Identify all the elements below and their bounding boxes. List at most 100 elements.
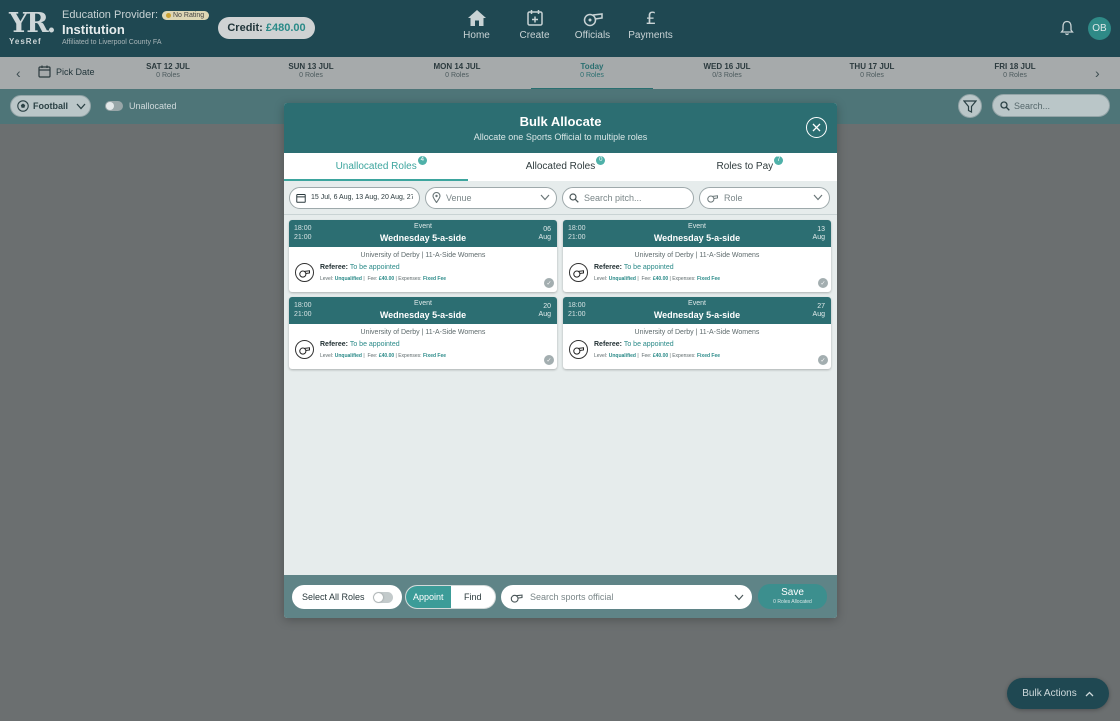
- role-label: Referee:: [320, 264, 349, 271]
- close-button[interactable]: [806, 117, 827, 138]
- expenses-value: Fixed Fee: [696, 276, 721, 282]
- date-strip: ‹ Pick Date SAT 12 JUL 0 Roles SUN 13 JUL…: [0, 57, 1120, 90]
- select-all-switch[interactable]: [372, 591, 393, 603]
- appointment-status: To be appointed: [623, 264, 674, 271]
- main-nav: Home Create Officials £ Payments: [448, 0, 680, 57]
- role-card-header: 18:00 21:00 Event Wednesday 5-a-side 27 …: [563, 297, 831, 324]
- bulk-actions-button[interactable]: Bulk Actions: [1007, 678, 1109, 709]
- level-label: Level:: [320, 353, 334, 359]
- yesref-logo[interactable]: YR. YesRef: [9, 10, 56, 46]
- calendar-icon: [296, 193, 306, 203]
- tab-label-wrap: Allocated Roles 0: [526, 156, 606, 172]
- role-card[interactable]: 18:00 21:00 Event Wednesday 5-a-side 13 …: [563, 220, 831, 292]
- day-thu-17-jul[interactable]: THU 17 JUL 0 Roles: [811, 62, 933, 79]
- whistle-icon: [295, 263, 314, 282]
- day-name: FRI 18 JUL: [994, 62, 1036, 71]
- role-card-header: 18:00 21:00 Event Wednesday 5-a-side 20 …: [289, 297, 557, 324]
- role-card-header: 18:00 21:00 Event Wednesday 5-a-side 13 …: [563, 220, 831, 247]
- day-roles: 0 Roles: [445, 72, 469, 79]
- tab-label-wrap: Roles to Pay 7: [716, 156, 784, 172]
- day-sun-13-jul[interactable]: SUN 13 JUL 0 Roles: [250, 62, 372, 79]
- event-month: Aug: [812, 311, 825, 318]
- appointment-status: To be appointed: [623, 341, 674, 348]
- filter-button[interactable]: [958, 94, 982, 118]
- venue-text: University of Derby | 11-A-Side Womens: [634, 252, 760, 259]
- sport-select[interactable]: Football: [10, 95, 91, 117]
- expenses-label: Expenses:: [672, 276, 696, 282]
- credit-pill[interactable]: Credit: £480.00: [218, 17, 315, 39]
- football-icon: [17, 100, 29, 112]
- referee-line: Referee: To be appointed: [594, 264, 674, 271]
- find-button[interactable]: Find: [451, 586, 496, 608]
- tab-allocated-roles[interactable]: Allocated Roles 0: [468, 153, 652, 181]
- day-wed-16-jul[interactable]: WED 16 JUL 0/3 Roles: [666, 62, 788, 79]
- unallocated-toggle[interactable]: Unallocated: [105, 101, 177, 111]
- event-month: Aug: [812, 234, 825, 241]
- event-month: Aug: [538, 234, 551, 241]
- next-dates-chevron-icon[interactable]: ›: [1095, 65, 1100, 81]
- bulk-allocate-modal: Bulk Allocate Allocate one Sports Offici…: [284, 103, 837, 618]
- tab-roles-to-pay[interactable]: Roles to Pay 7: [653, 153, 837, 181]
- provider-info: Education Provider: No Rating Institutio…: [62, 9, 210, 46]
- day-today[interactable]: Today 0 Roles: [531, 62, 653, 90]
- credit-label: Credit:: [227, 22, 263, 34]
- prev-dates-chevron-icon[interactable]: ‹: [16, 65, 21, 81]
- modal-filters: 15 Jul, 6 Aug, 13 Aug, 20 Aug, 27 Aug Ve…: [284, 181, 837, 215]
- select-role-checkbox[interactable]: ✓: [818, 355, 828, 365]
- fee-label: Fee:: [367, 353, 378, 359]
- background-search: [992, 94, 1110, 117]
- unallocated-switch[interactable]: [105, 101, 123, 111]
- top-header: YR. YesRef Education Provider: No Rating…: [0, 0, 1120, 57]
- day-fri-18-jul[interactable]: FRI 18 JUL 0 Roles: [954, 62, 1076, 79]
- tab-unallocated-roles[interactable]: Unallocated Roles 4: [284, 153, 469, 181]
- bell-icon[interactable]: [1059, 20, 1075, 36]
- select-all-roles[interactable]: Select All Roles: [292, 585, 402, 609]
- role-meta: Level: Unqualified | Fee: £40.00 | Expen…: [594, 353, 721, 359]
- tab-count-badge: 7: [774, 156, 784, 165]
- nav-officials[interactable]: Officials: [564, 0, 621, 57]
- select-role-checkbox[interactable]: ✓: [544, 278, 554, 288]
- appoint-button[interactable]: Appoint: [406, 586, 451, 608]
- expenses-value: Fixed Fee: [422, 353, 447, 359]
- referee-line: Referee: To be appointed: [320, 341, 400, 348]
- role-card[interactable]: 18:00 21:00 Event Wednesday 5-a-side 06 …: [289, 220, 557, 292]
- tab-label: Unallocated Roles: [335, 161, 417, 172]
- pick-date-button[interactable]: Pick Date: [38, 65, 95, 78]
- calendar-plus-icon: [526, 10, 543, 26]
- modal-header: Bulk Allocate Allocate one Sports Offici…: [284, 103, 837, 153]
- rating-badge: No Rating: [162, 10, 210, 20]
- tab-count-badge: 4: [417, 156, 427, 165]
- day-sat-12-jul[interactable]: SAT 12 JUL 0 Roles: [107, 62, 229, 79]
- avatar[interactable]: OB: [1088, 17, 1111, 40]
- event-day: 20: [543, 303, 551, 310]
- whistle-icon: [295, 340, 314, 359]
- venue-placeholder: Venue: [446, 192, 472, 203]
- venue-select[interactable]: Venue: [425, 186, 557, 209]
- save-button[interactable]: Save 0 Roles Allocated: [758, 584, 827, 609]
- nav-home[interactable]: Home: [448, 0, 505, 57]
- pitch-search-input[interactable]: [584, 192, 679, 203]
- event-name: Wednesday 5-a-side: [379, 233, 467, 243]
- date-filter[interactable]: 15 Jul, 6 Aug, 13 Aug, 20 Aug, 27 Aug: [289, 186, 420, 209]
- rating-dot-icon: [166, 12, 171, 18]
- search-icon: [569, 192, 579, 203]
- event-day: 27: [817, 303, 825, 310]
- role-card[interactable]: 18:00 21:00 Event Wednesday 5-a-side 20 …: [289, 297, 557, 369]
- level-label: Level:: [594, 353, 608, 359]
- official-search-input[interactable]: [530, 592, 728, 602]
- whistle-icon: [569, 340, 588, 359]
- fee-label: Fee:: [641, 276, 652, 282]
- role-select[interactable]: Role: [699, 186, 830, 209]
- day-mon-14-jul[interactable]: MON 14 JUL 0 Roles: [396, 62, 518, 79]
- level-value: Unqualified: [608, 353, 636, 359]
- chevron-down-icon[interactable]: [734, 594, 744, 601]
- search-input[interactable]: [1014, 100, 1099, 111]
- chevron-up-icon: [1085, 691, 1094, 696]
- nav-create[interactable]: Create: [506, 0, 563, 57]
- select-role-checkbox[interactable]: ✓: [818, 278, 828, 288]
- fee-value: £40.00: [378, 353, 395, 359]
- nav-payments[interactable]: £ Payments: [622, 0, 679, 57]
- level-label: Level:: [594, 276, 608, 282]
- role-card[interactable]: 18:00 21:00 Event Wednesday 5-a-side 27 …: [563, 297, 831, 369]
- select-role-checkbox[interactable]: ✓: [544, 355, 554, 365]
